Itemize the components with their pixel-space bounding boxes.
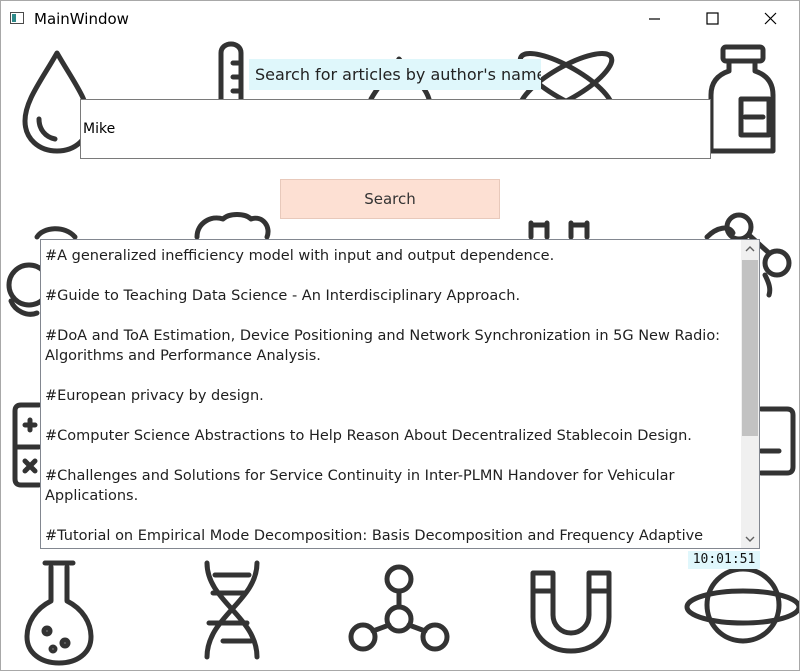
result-item: #Tutorial on Empirical Mode Decompositio… bbox=[45, 528, 704, 544]
planet-icon bbox=[684, 566, 799, 644]
minimize-button[interactable] bbox=[631, 1, 677, 37]
search-prompt-label: Search for articles by author's name! bbox=[249, 59, 541, 90]
scroll-up-button[interactable] bbox=[741, 240, 759, 258]
result-item: #Challenges and Solutions for Service Co… bbox=[45, 468, 675, 504]
magnet-icon bbox=[530, 570, 612, 654]
calculator-icon bbox=[12, 402, 42, 488]
scroll-thumb[interactable] bbox=[742, 260, 758, 436]
window-title: MainWindow bbox=[34, 10, 129, 28]
close-icon bbox=[764, 12, 777, 25]
lab-equipment-icon bbox=[528, 220, 590, 240]
results-listbox[interactable]: #A generalized inefficiency model with i… bbox=[40, 239, 760, 549]
clock-display: 10:01:51 bbox=[688, 551, 760, 569]
results-scrollbar[interactable] bbox=[741, 240, 759, 548]
clipboard-icon bbox=[758, 406, 796, 476]
dna-icon bbox=[204, 560, 260, 660]
author-search-input[interactable] bbox=[80, 99, 711, 159]
flask-icon bbox=[24, 560, 94, 666]
title-bar: MainWindow bbox=[1, 1, 799, 37]
results-text: #A generalized inefficiency model with i… bbox=[45, 246, 735, 548]
chevron-down-icon bbox=[745, 536, 755, 542]
maximize-icon bbox=[706, 12, 719, 25]
result-item: #DoA and ToA Estimation, Device Position… bbox=[45, 328, 721, 364]
scroll-down-button[interactable] bbox=[741, 530, 759, 548]
app-window-icon bbox=[10, 12, 24, 24]
brain-icon bbox=[194, 212, 271, 240]
chevron-up-icon bbox=[745, 246, 755, 252]
search-button[interactable]: Search bbox=[280, 179, 500, 219]
result-item: #A generalized inefficiency model with i… bbox=[45, 248, 555, 264]
main-window: MainWindow Search for articles by author… bbox=[0, 0, 800, 671]
network-molecule-icon bbox=[348, 564, 450, 652]
thermometer-icon bbox=[218, 41, 244, 104]
medicine-bottle-icon bbox=[708, 44, 776, 154]
minimize-icon bbox=[649, 18, 660, 20]
maximize-button[interactable] bbox=[689, 1, 735, 37]
result-item: #European privacy by design. bbox=[45, 388, 264, 404]
close-button[interactable] bbox=[747, 1, 793, 37]
result-item: #Guide to Teaching Data Science - An Int… bbox=[45, 288, 521, 304]
result-item: #Computer Science Abstractions to Help R… bbox=[45, 428, 692, 444]
